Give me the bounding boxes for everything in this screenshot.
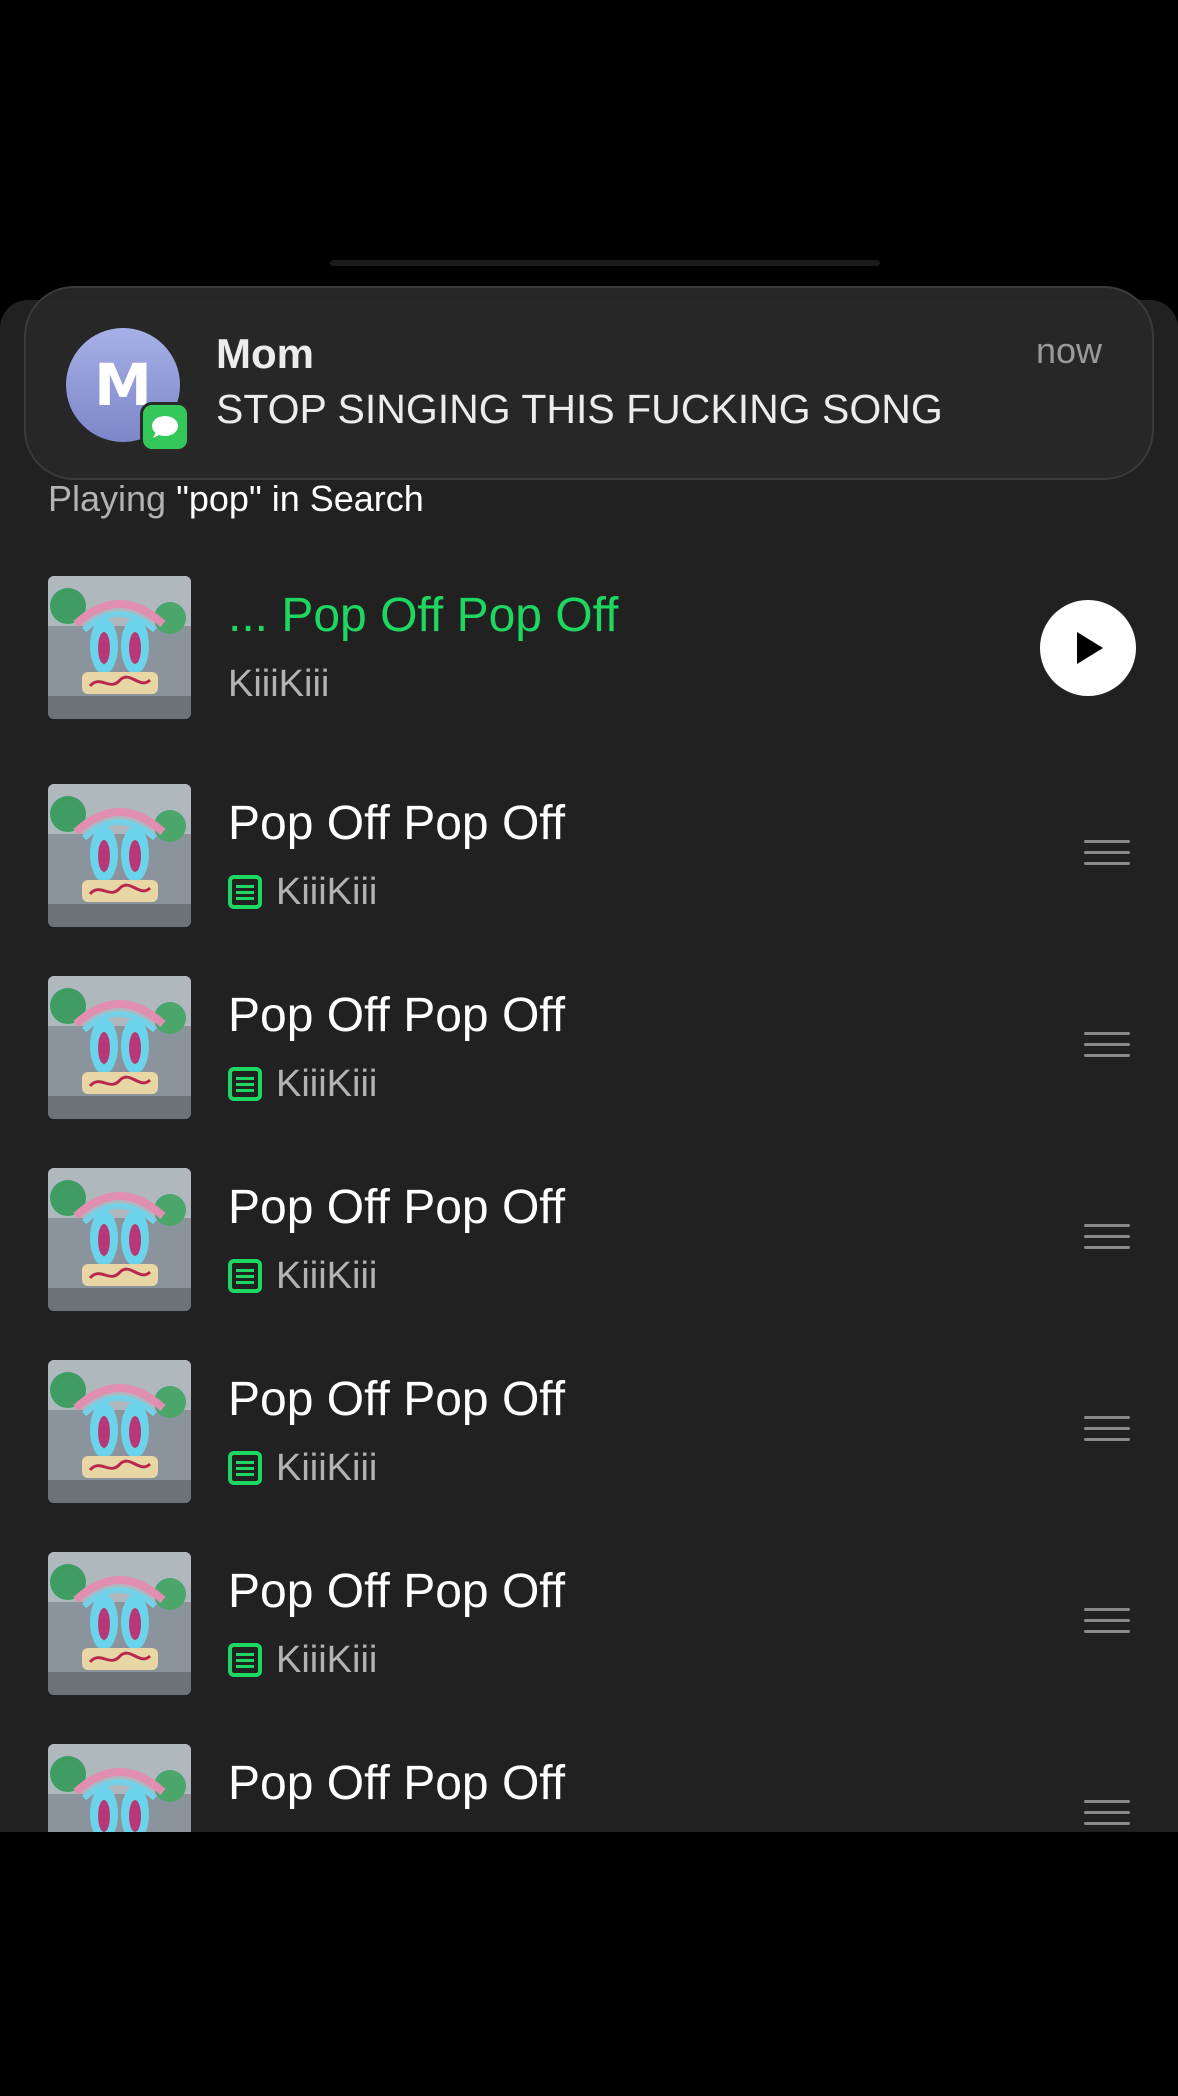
play-icon (1077, 632, 1103, 664)
lyrics-icon (228, 875, 262, 909)
queue-row[interactable]: Pop Off Pop Off KiiiKiii (0, 1552, 1178, 1702)
album-art (48, 1552, 191, 1695)
lyrics-icon (228, 1643, 262, 1677)
drag-handle-icon[interactable] (1084, 1032, 1130, 1062)
sheet-handle[interactable] (330, 260, 880, 266)
track-title: Pop Off Pop Off (228, 1373, 566, 1426)
track-title: Pop Off Pop Off (228, 1757, 566, 1810)
current-track-artist: KiiiKiii (228, 662, 330, 705)
queue-row[interactable]: Pop Off Pop Off KiiiKiii (0, 784, 1178, 934)
album-art (48, 976, 191, 1119)
album-art (48, 1360, 191, 1503)
track-artist: KiiiKiii (276, 870, 378, 913)
notification-time: now (1035, 330, 1102, 371)
track-artist: KiiiKiii (276, 1254, 378, 1297)
track-title: Pop Off Pop Off (228, 1181, 566, 1234)
track-artist-line: KiiiKiii (228, 1446, 377, 1490)
lyrics-icon (228, 1451, 262, 1485)
queue-row[interactable]: Pop Off Pop Off KiiiKiii (0, 976, 1178, 1126)
queue-row[interactable]: Pop Off Pop Off KiiiKiii (0, 1360, 1178, 1510)
queue-row[interactable]: Pop Off Pop Off KiiiKiii (0, 1168, 1178, 1318)
drag-handle-icon[interactable] (1084, 1800, 1130, 1830)
track-artist-line: KiiiKiii (228, 1638, 377, 1682)
playing-from-label: Playing "pop" in Search (48, 478, 424, 520)
track-title: Pop Off Pop Off (228, 989, 566, 1042)
track-artist: KiiiKiii (276, 1446, 378, 1489)
drag-handle-icon[interactable] (1084, 1608, 1130, 1638)
current-track-artist-line: KiiiKiii (228, 662, 329, 706)
playing-from-context[interactable]: "pop" in Search (176, 478, 424, 519)
album-art (48, 1168, 191, 1311)
screen: Playing "pop" in Search ... Pop Off Pop … (0, 0, 1178, 2096)
drag-handle-icon[interactable] (1084, 1416, 1130, 1446)
notification-sender: Mom (216, 330, 314, 377)
track-artist-line: KiiiKiii (228, 1254, 377, 1298)
album-art (48, 784, 191, 927)
drag-handle-icon[interactable] (1084, 840, 1130, 870)
playing-from-prefix: Playing (48, 478, 167, 519)
current-track-row[interactable]: ... Pop Off Pop Off KiiiKiii (0, 576, 1178, 726)
track-title: Pop Off Pop Off (228, 1565, 566, 1618)
message-notification[interactable]: M Mom STOP SINGING THIS FUCKING SONG now (24, 286, 1154, 480)
play-button[interactable] (1040, 600, 1136, 696)
lyrics-icon (228, 1067, 262, 1101)
track-title: Pop Off Pop Off (228, 797, 566, 850)
lyrics-icon (228, 1259, 262, 1293)
queue-row[interactable]: Pop Off Pop Off (0, 1744, 1178, 1832)
notification-message: STOP SINGING THIS FUCKING SONG (216, 386, 943, 432)
track-artist-line: KiiiKiii (228, 1062, 377, 1106)
album-art (48, 576, 191, 719)
track-artist-line: KiiiKiii (228, 870, 377, 914)
queue-sheet: Playing "pop" in Search ... Pop Off Pop … (0, 300, 1178, 1832)
track-artist: KiiiKiii (276, 1638, 378, 1681)
messages-icon (140, 402, 190, 452)
track-artist: KiiiKiii (276, 1062, 378, 1105)
album-art (48, 1744, 191, 1832)
current-track-title: ... Pop Off Pop Off (228, 589, 619, 642)
drag-handle-icon[interactable] (1084, 1224, 1130, 1254)
